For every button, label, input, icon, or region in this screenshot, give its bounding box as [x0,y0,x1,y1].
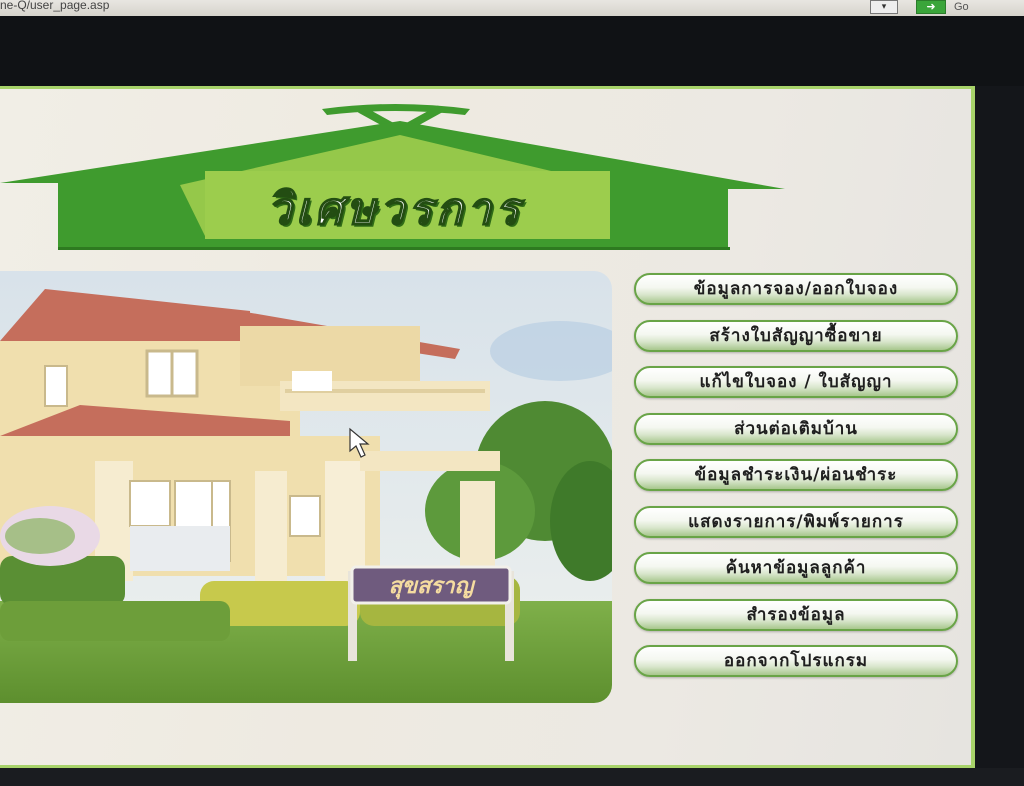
go-button[interactable]: ➜ Go [916,0,969,14]
menu-home-extension-button[interactable]: ส่วนต่อเติมบ้าน [634,412,958,445]
monitor-bezel-top [0,16,1024,86]
chevron-down-icon: ▾ [881,2,887,12]
arrow-right-icon: ➜ [916,0,946,14]
menu-booking-info-button[interactable]: ข้อมูลการจอง/ออกใบจอง [634,273,958,305]
monitor-bezel-right [975,86,1024,786]
address-bar-text[interactable]: ne-Q/user_page.asp [0,0,109,12]
main-menu: ข้อมูลการจอง/ออกใบจอง สร้างใบสัญญาซื้อขา… [634,273,960,692]
photo-sign-text: สุขสราญ [389,573,477,600]
menu-exit-program-button[interactable]: ออกจากโปรแกรม [634,645,958,677]
menu-payment-info-button[interactable]: ข้อมูลชำระเงิน/ผ่อนชำระ [634,459,958,491]
app-title: วิเศษวรการ [266,183,523,236]
menu-backup-data-button[interactable]: สำรองข้อมูล [634,598,958,631]
browser-toolbar: ne-Q/user_page.asp ▾ ➜ Go [0,0,1024,16]
house-photo: สุขสราญ [0,271,612,703]
monitor-bezel-bottom [0,768,1024,786]
address-dropdown-button[interactable]: ▾ [870,0,898,14]
menu-show-print-report-button[interactable]: แสดงรายการ/พิมพ์รายการ [634,505,958,538]
go-label: Go [954,1,969,13]
menu-search-customer-button[interactable]: ค้นหาข้อมูลลูกค้า [634,552,958,584]
menu-create-contract-button[interactable]: สร้างใบสัญญาซื้อขาย [634,319,958,352]
app-main-panel: วิเศษวรการ สุขสราญ ข้อมูลการจอง/ออกใบจอง… [0,86,975,768]
menu-edit-booking-contract-button[interactable]: แก้ไขใบจอง / ใบสัญญา [634,366,958,398]
